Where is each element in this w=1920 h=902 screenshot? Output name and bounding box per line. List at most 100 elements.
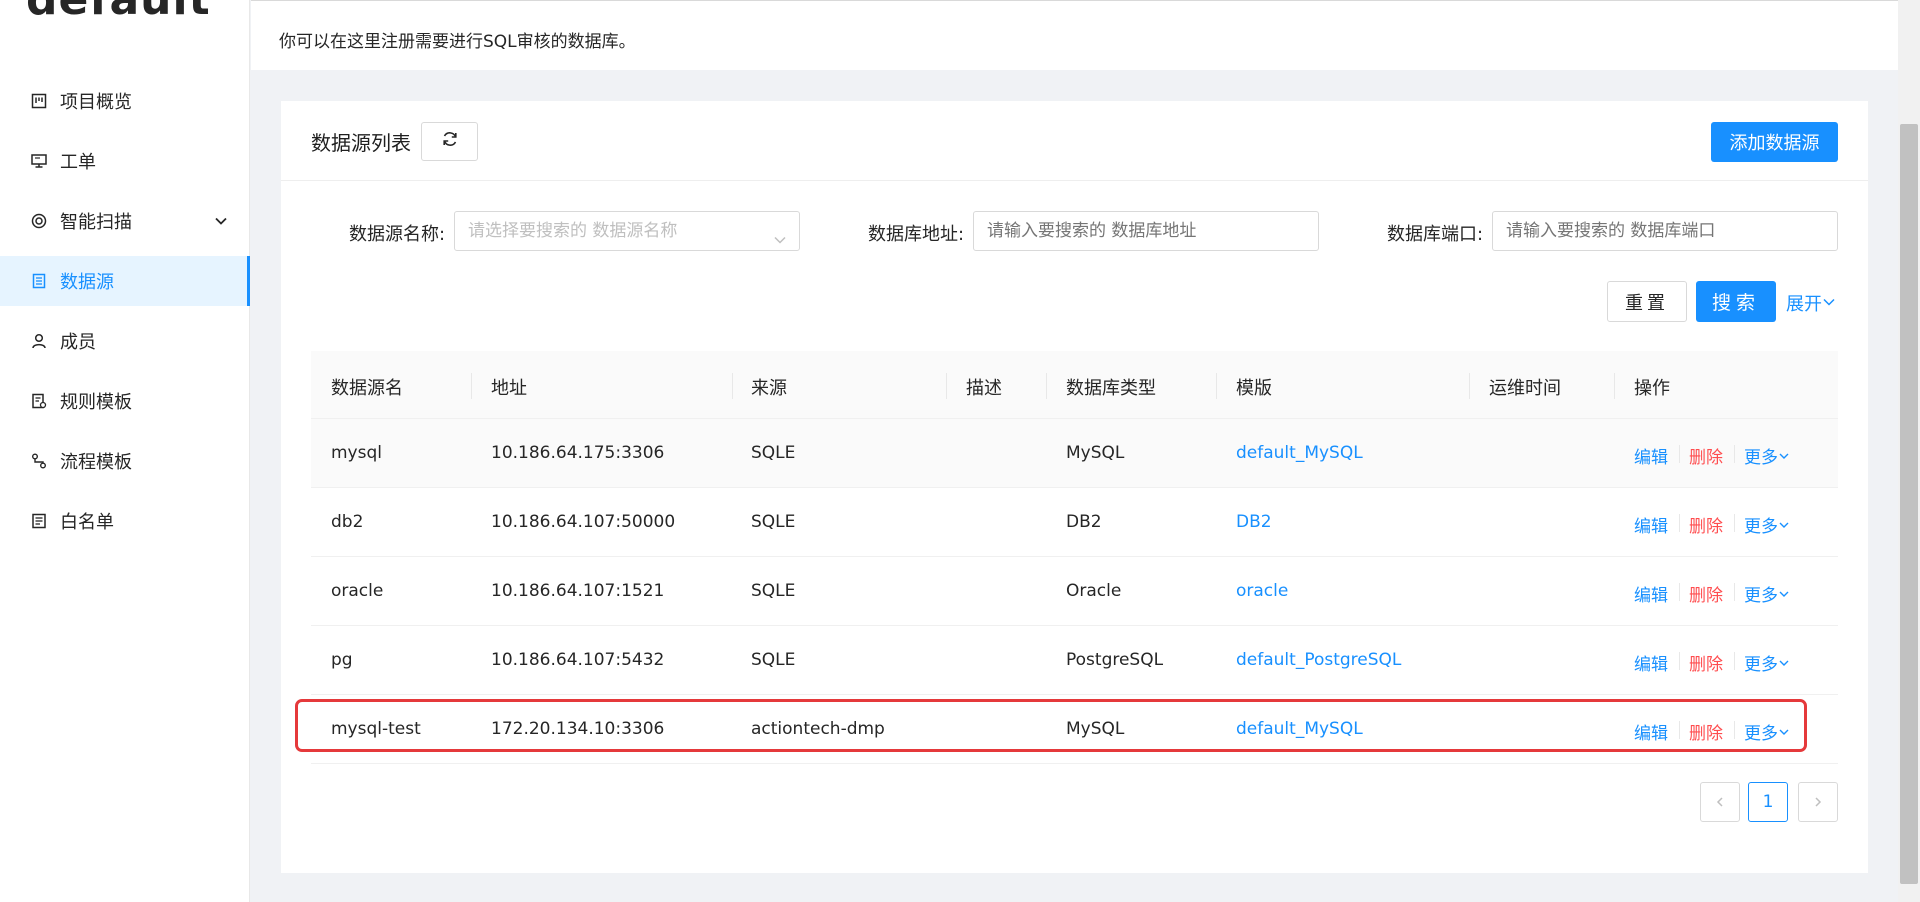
more-actions-dropdown[interactable]: 更多	[1744, 719, 1790, 744]
monitor-icon	[30, 152, 48, 170]
sidebar-item-members[interactable]: 成员	[0, 316, 250, 366]
edit-link[interactable]: 编辑	[1634, 443, 1668, 468]
edit-link[interactable]: 编辑	[1634, 650, 1668, 675]
sidebar-item-label: 白名单	[60, 512, 114, 533]
cell-name: mysql	[331, 443, 382, 463]
page-description: 你可以在这里注册需要进行SQL审核的数据库。	[279, 32, 636, 52]
sidebar-item-orders[interactable]: 工单	[0, 136, 250, 186]
whitelist-icon	[30, 512, 48, 530]
more-actions-dropdown[interactable]: 更多	[1744, 512, 1790, 537]
more-label: 更多	[1744, 517, 1778, 537]
sidebar-item-datasource[interactable]: 数据源	[0, 256, 250, 306]
cell-source: SQLE	[751, 443, 796, 463]
more-label: 更多	[1744, 586, 1778, 606]
edit-link[interactable]: 编辑	[1634, 512, 1668, 537]
delete-link[interactable]: 删除	[1689, 719, 1723, 744]
table-header: 数据源名 地址 来源 描述 数据库类型 模版 运维时间 操作	[311, 351, 1838, 419]
chevron-down-icon	[1779, 660, 1789, 666]
expand-label: 展开	[1786, 294, 1822, 315]
column-divider	[1614, 373, 1615, 399]
more-actions-dropdown[interactable]: 更多	[1744, 650, 1790, 675]
column-divider	[1469, 373, 1470, 399]
cell-name: mysql-test	[331, 719, 421, 739]
add-datasource-button[interactable]: 添加数据源	[1711, 122, 1838, 162]
datasource-card: 数据源列表 添加数据源 数据源名称: 请选择要搜索的 数据源名称 数据库地址: …	[281, 101, 1868, 873]
cell-source: SQLE	[751, 650, 796, 670]
sidebar-item-label: 成员	[60, 332, 96, 353]
card-header: 数据源列表 添加数据源	[281, 101, 1868, 181]
delete-link[interactable]: 删除	[1689, 443, 1723, 468]
column-header-maintenance-time: 运维时间	[1489, 378, 1561, 399]
scrollbar-thumb[interactable]	[1900, 124, 1918, 884]
column-divider	[471, 373, 472, 399]
cell-template-link[interactable]: default_MySQL	[1236, 719, 1363, 739]
pagination-prev-button[interactable]	[1700, 782, 1740, 822]
sidebar-item-process-templates[interactable]: 流程模板	[0, 436, 250, 486]
column-divider	[1216, 373, 1217, 399]
cell-db-type: PostgreSQL	[1066, 650, 1164, 670]
chevron-left-icon	[1716, 797, 1723, 807]
action-divider	[1734, 445, 1735, 463]
cell-template-link[interactable]: oracle	[1236, 581, 1288, 601]
cell-name: pg	[331, 650, 353, 670]
column-header-template: 模版	[1236, 378, 1272, 399]
cell-source: actiontech-dmp	[751, 719, 885, 739]
pagination-page-button[interactable]: 1	[1748, 782, 1788, 822]
sidebar-item-rule-templates[interactable]: 规则模板	[0, 376, 250, 426]
cell-template-link[interactable]: default_PostgreSQL	[1236, 650, 1401, 670]
action-divider	[1734, 583, 1735, 601]
scan-target-icon	[30, 212, 48, 230]
cell-name: oracle	[331, 581, 384, 601]
chevron-down-icon	[1779, 729, 1789, 735]
chevron-down-icon	[214, 212, 228, 233]
action-divider	[1734, 514, 1735, 532]
more-label: 更多	[1744, 655, 1778, 675]
datasource-icon	[30, 272, 48, 290]
datasource-table: 数据源名 地址 来源 描述 数据库类型 模版 运维时间 操作 mysql 10.…	[295, 351, 1838, 764]
delete-link[interactable]: 删除	[1689, 581, 1723, 606]
table-row: db2 10.186.64.107:50000 SQLE DB2 DB2 编辑 …	[311, 488, 1838, 557]
cell-address: 10.186.64.107:5432	[491, 650, 665, 670]
db-port-input[interactable]	[1492, 211, 1838, 251]
cell-name: db2	[331, 512, 364, 532]
more-label: 更多	[1744, 724, 1778, 744]
sidebar: default 项目概览 工单 智能扫描 数据	[0, 0, 250, 902]
filter-port-label: 数据库端口:	[1387, 224, 1484, 245]
cell-template-link[interactable]: default_MySQL	[1236, 443, 1363, 463]
cell-address: 10.186.64.107:1521	[491, 581, 665, 601]
column-divider	[732, 373, 733, 399]
delete-link[interactable]: 删除	[1689, 512, 1723, 537]
delete-link[interactable]: 删除	[1689, 650, 1723, 675]
cell-template-link[interactable]: DB2	[1236, 512, 1272, 532]
edit-link[interactable]: 编辑	[1634, 581, 1668, 606]
search-button[interactable]: 搜索	[1696, 281, 1776, 322]
column-header-description: 描述	[966, 378, 1002, 399]
edit-link[interactable]: 编辑	[1634, 719, 1668, 744]
chevron-down-icon	[1779, 591, 1789, 597]
action-divider	[1679, 721, 1680, 739]
column-header-name: 数据源名	[331, 378, 403, 399]
action-divider	[1679, 514, 1680, 532]
more-actions-dropdown[interactable]: 更多	[1744, 443, 1790, 468]
sidebar-item-whitelist[interactable]: 白名单	[0, 496, 250, 546]
refresh-button[interactable]	[421, 122, 478, 161]
sidebar-item-smart-scan[interactable]: 智能扫描	[0, 196, 250, 246]
cell-address: 10.186.64.107:50000	[491, 512, 676, 532]
more-actions-dropdown[interactable]: 更多	[1744, 581, 1790, 606]
pagination-next-button[interactable]	[1798, 782, 1838, 822]
db-address-input[interactable]	[973, 211, 1319, 251]
expand-filters-link[interactable]: 展开	[1786, 290, 1836, 316]
datasource-name-select[interactable]: 请选择要搜索的 数据源名称	[454, 211, 800, 251]
cell-address: 10.186.64.175:3306	[491, 443, 665, 463]
sidebar-item-label: 规则模板	[60, 392, 132, 413]
page-description-bar: 你可以在这里注册需要进行SQL审核的数据库。	[251, 0, 1898, 70]
table-row: oracle 10.186.64.107:1521 SQLE Oracle or…	[311, 557, 1838, 626]
action-divider	[1679, 445, 1680, 463]
process-template-icon	[30, 452, 48, 470]
sidebar-item-project-overview[interactable]: 项目概览	[0, 76, 250, 126]
table-row: mysql-test 172.20.134.10:3306 actiontech…	[311, 695, 1838, 764]
column-header-source: 来源	[751, 378, 787, 399]
reset-button[interactable]: 重置	[1607, 281, 1687, 322]
chevron-down-icon	[1779, 522, 1789, 528]
column-divider	[1046, 373, 1047, 399]
